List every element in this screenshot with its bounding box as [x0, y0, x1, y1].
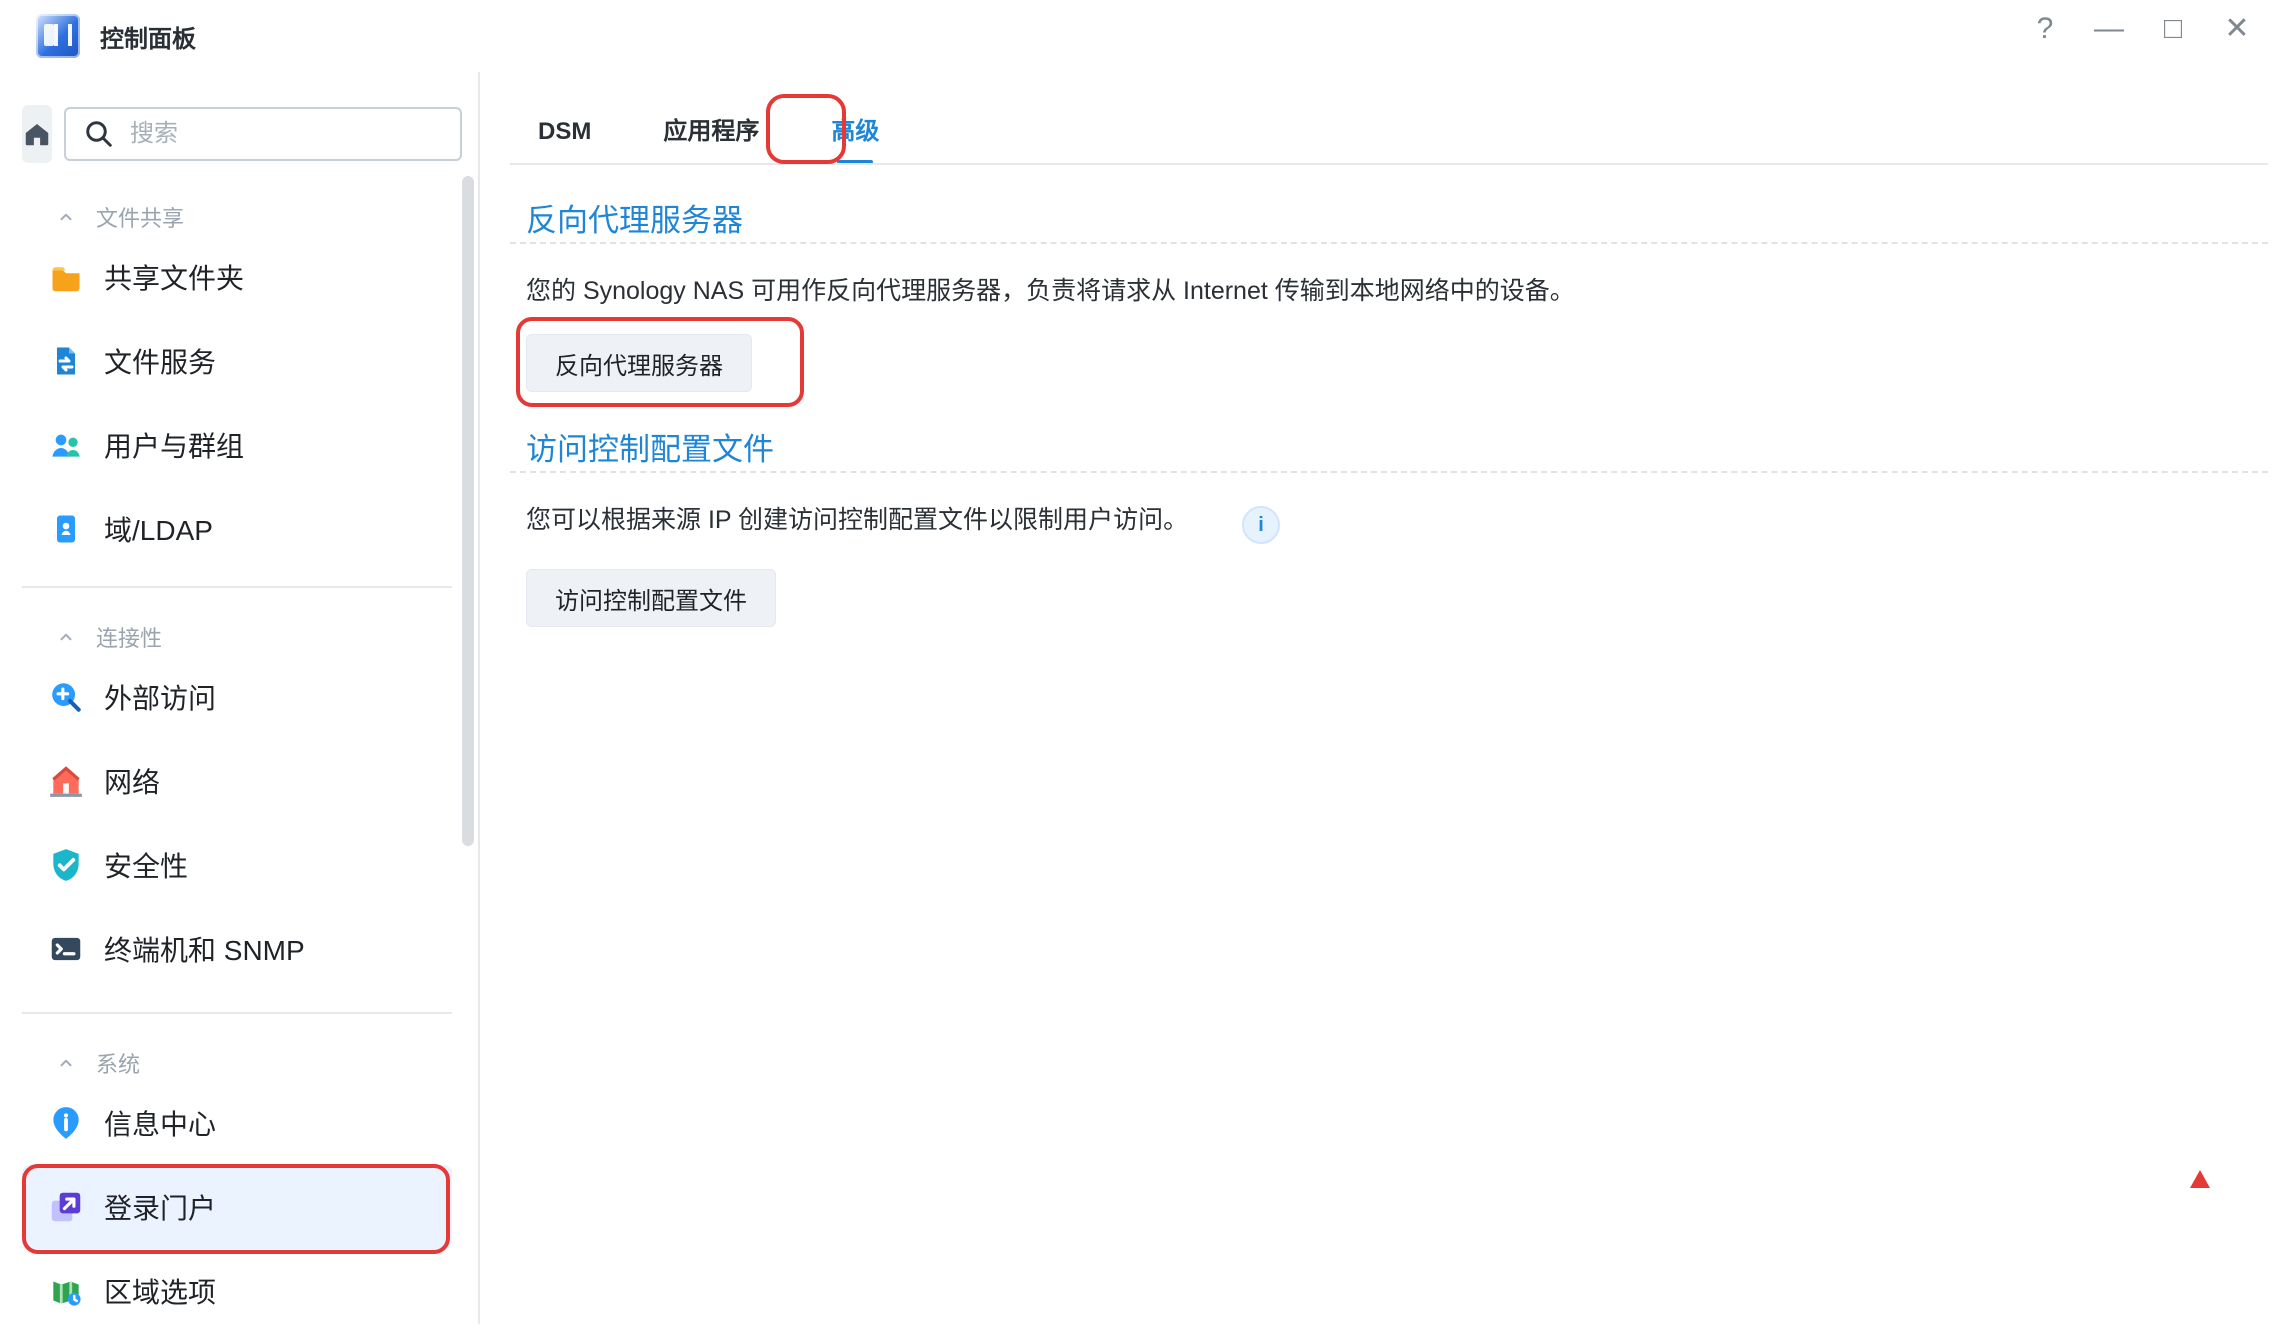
- button-label: 反向代理服务器: [555, 352, 723, 380]
- sidebar-item-label: 外部访问: [104, 683, 217, 714]
- control-panel-app-icon: [36, 14, 80, 58]
- control-panel-window: 控制面板 ? — □ ✕ 搜索 文件共享 共享文件夹 文件服务 用户与群组 域/…: [0, 0, 2290, 1324]
- sidebar-item-label: 终端机和 SNMP: [104, 935, 305, 966]
- title-bar: 控制面板 ? — □ ✕: [0, 0, 2290, 74]
- sidebar-item-label: 信息中心: [104, 1109, 217, 1140]
- sidebar-item-external-access[interactable]: 外部访问: [22, 655, 452, 739]
- sidebar-item-label: 区域选项: [104, 1277, 217, 1308]
- tabs-divider: [510, 163, 2268, 165]
- folder-icon: [46, 257, 86, 297]
- access-control-description: 您可以根据来源 IP 创建访问控制配置文件以限制用户访问。: [526, 506, 1189, 534]
- search-box[interactable]: [64, 107, 462, 161]
- sidebar-item-shared-folder[interactable]: 共享文件夹: [22, 235, 452, 319]
- sidebar-item-label: 登录门户: [104, 1193, 217, 1224]
- section-title: 文件共享: [96, 206, 185, 231]
- sidebar-item-users-groups[interactable]: 用户与群组: [22, 403, 452, 487]
- network-icon: [46, 761, 86, 801]
- chevron-up-icon: [54, 205, 78, 229]
- reverse-proxy-title: 反向代理服务器: [526, 203, 743, 238]
- sidebar-item-label: 用户与群组: [104, 431, 245, 462]
- access-control-title: 访问控制配置文件: [526, 432, 774, 467]
- reverse-proxy-button[interactable]: 反向代理服务器: [526, 334, 752, 392]
- chevron-up-icon: [54, 1051, 78, 1075]
- tab-dsm[interactable]: DSM: [526, 108, 603, 162]
- terminal-icon: [46, 929, 86, 969]
- sidebar-item-security[interactable]: 安全性: [22, 823, 452, 907]
- section-system[interactable]: 系统: [54, 1047, 140, 1079]
- maximize-button[interactable]: □: [2158, 14, 2188, 44]
- section-file-sharing[interactable]: 文件共享: [54, 201, 184, 233]
- sidebar-scrollbar[interactable]: [462, 176, 474, 846]
- tab-bar: DSM 应用程序 高级: [526, 101, 891, 164]
- sidebar-item-domain-ldap[interactable]: 域/LDAP: [22, 487, 452, 571]
- maximize-icon: □: [2163, 12, 2183, 45]
- sidebar-item-label: 域/LDAP: [104, 515, 213, 546]
- section-divider: [22, 1012, 452, 1014]
- help-button[interactable]: ?: [2030, 14, 2060, 44]
- sidebar-item-info-center[interactable]: 信息中心: [22, 1081, 452, 1165]
- sidebar-item-login-portal[interactable]: 登录门户: [22, 1165, 452, 1249]
- tab-label: 应用程序: [663, 118, 760, 145]
- window-controls: ? — □ ✕: [2030, 14, 2252, 44]
- ldap-icon: [46, 509, 86, 549]
- tab-label: 高级: [831, 118, 880, 145]
- section-connectivity[interactable]: 连接性: [54, 621, 162, 653]
- users-icon: [46, 425, 86, 465]
- sidebar-item-label: 网络: [104, 767, 161, 798]
- sidebar-item-label: 安全性: [104, 851, 189, 882]
- info-icon-glyph: i: [1258, 513, 1264, 536]
- section-title: 连接性: [96, 626, 163, 651]
- sidebar-item-label: 文件服务: [104, 347, 217, 378]
- section-title: 系统: [96, 1052, 141, 1077]
- region-icon: [46, 1271, 86, 1311]
- info-center-icon: [46, 1103, 86, 1143]
- tab-label: DSM: [538, 118, 592, 145]
- search-icon: [86, 121, 112, 147]
- marker-triangle: [2190, 1170, 2210, 1188]
- section-divider: [22, 586, 452, 588]
- chevron-up-icon: [54, 625, 78, 649]
- security-icon: [46, 845, 86, 885]
- file-service-icon: [46, 341, 86, 381]
- sidebar-item-file-services[interactable]: 文件服务: [22, 319, 452, 403]
- window-title: 控制面板: [100, 25, 196, 53]
- close-icon: ✕: [2224, 12, 2250, 45]
- sidebar-item-terminal-snmp[interactable]: 终端机和 SNMP: [22, 907, 452, 991]
- login-portal-icon: [46, 1187, 86, 1227]
- sidebar-item-network[interactable]: 网络: [22, 739, 452, 823]
- home-button[interactable]: [22, 105, 52, 163]
- sidebar: 文件共享 共享文件夹 文件服务: [0, 72, 480, 1324]
- sidebar-item-label: 共享文件夹: [104, 263, 245, 294]
- info-icon[interactable]: i: [1242, 506, 1280, 544]
- close-button[interactable]: ✕: [2222, 14, 2252, 44]
- sidebar-top: [22, 105, 462, 163]
- main-panel: DSM 应用程序 高级 反向代理服务器 您的 Synology NAS 可用作反…: [480, 72, 2290, 1324]
- access-control-divider: [510, 471, 2268, 473]
- reverse-proxy-divider: [510, 242, 2268, 244]
- search-input[interactable]: [128, 119, 442, 149]
- tab-applications[interactable]: 应用程序: [651, 101, 771, 162]
- tab-advanced[interactable]: 高级: [819, 101, 891, 164]
- reverse-proxy-description: 您的 Synology NAS 可用作反向代理服务器，负责将请求从 Intern…: [526, 277, 1575, 305]
- help-icon: ?: [2036, 12, 2054, 45]
- sidebar-item-regional-options[interactable]: 区域选项: [22, 1249, 452, 1333]
- minimize-button[interactable]: —: [2094, 14, 2124, 44]
- external-access-icon: [46, 677, 86, 717]
- button-label: 访问控制配置文件: [555, 587, 747, 615]
- access-control-button[interactable]: 访问控制配置文件: [526, 569, 776, 627]
- home-icon: [25, 124, 49, 146]
- minimize-icon: —: [2094, 12, 2124, 45]
